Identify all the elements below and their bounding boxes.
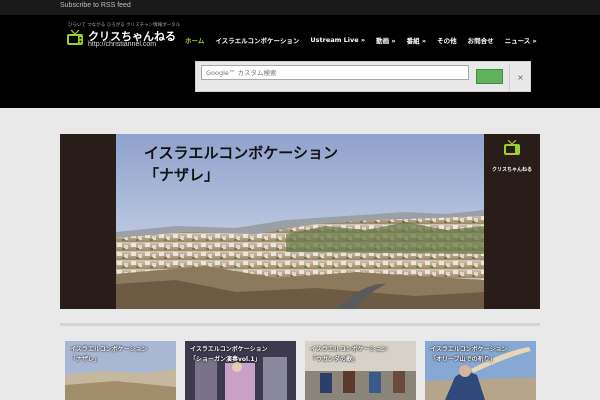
logo-url: http://christiannel.com (88, 41, 157, 48)
hero-title: イスラエルコンボケーション 「ナザレ」 (144, 144, 338, 184)
hero-brand-logo: クリスちゃんねる (488, 138, 536, 180)
nav-item-home[interactable]: ホーム (185, 35, 204, 45)
nav-item-videos[interactable]: 動画 » (376, 35, 395, 45)
search-panel: × (195, 61, 531, 92)
main-nav: ホーム イスラエルコンボケーション Ustream Live » 動画 » 番組… (185, 33, 548, 47)
video-thumbnail-uganda[interactable]: イスラエルコンボケーション 「ウガンダの歌」 (305, 341, 416, 400)
thumbnail-caption: イスラエルコンボケーション 「ナザレ」 (70, 346, 148, 363)
thumbnail-caption: イスラエルコンボケーション 「ウガンダの歌」 (310, 346, 388, 363)
search-input[interactable] (201, 65, 469, 80)
tv-logo-icon (67, 30, 83, 45)
nav-item-ustream-live[interactable]: Ustream Live » (310, 36, 365, 44)
thumbnail-caption: イスラエルコンボケーション 「オリーブ山での祈り」 (430, 346, 508, 363)
section-divider (60, 323, 540, 326)
video-thumbnail-nazareth[interactable]: イスラエルコンボケーション 「ナザレ」 (65, 341, 176, 400)
close-search-button[interactable]: × (509, 64, 531, 91)
nav-item-israel-convocation[interactable]: イスラエルコンボケーション (215, 35, 299, 45)
rss-feed-link[interactable]: Subscribe to RSS feed (60, 2, 131, 9)
nav-item-news[interactable]: ニュース » (505, 35, 537, 45)
site-logo[interactable]: ひらいて つながる ひろがる クリスチャン情報ポータル クリスちゃんねる htt… (64, 22, 180, 54)
nav-item-programs[interactable]: 番組 » (407, 35, 426, 45)
nav-item-other[interactable]: その他 (437, 35, 457, 45)
tv-logo-icon (504, 140, 520, 155)
video-thumbnail-mount-of-olives[interactable]: イスラエルコンボケーション 「オリーブ山での祈り」 (425, 341, 536, 400)
nav-item-contact[interactable]: お問合せ (468, 35, 494, 45)
video-thumbnail-shofar[interactable]: イスラエルコンボケーション 「ショーガン演奏vol.1」 (185, 341, 296, 400)
hero-banner[interactable]: イスラエルコンボケーション 「ナザレ」 クリスちゃんねる (60, 134, 540, 309)
top-bar: Subscribe to RSS feed (0, 0, 600, 15)
hero-brand-label: クリスちゃんねる (491, 167, 532, 173)
search-button[interactable] (476, 69, 503, 84)
thumbnail-caption: イスラエルコンボケーション 「ショーガン演奏vol.1」 (190, 346, 268, 363)
